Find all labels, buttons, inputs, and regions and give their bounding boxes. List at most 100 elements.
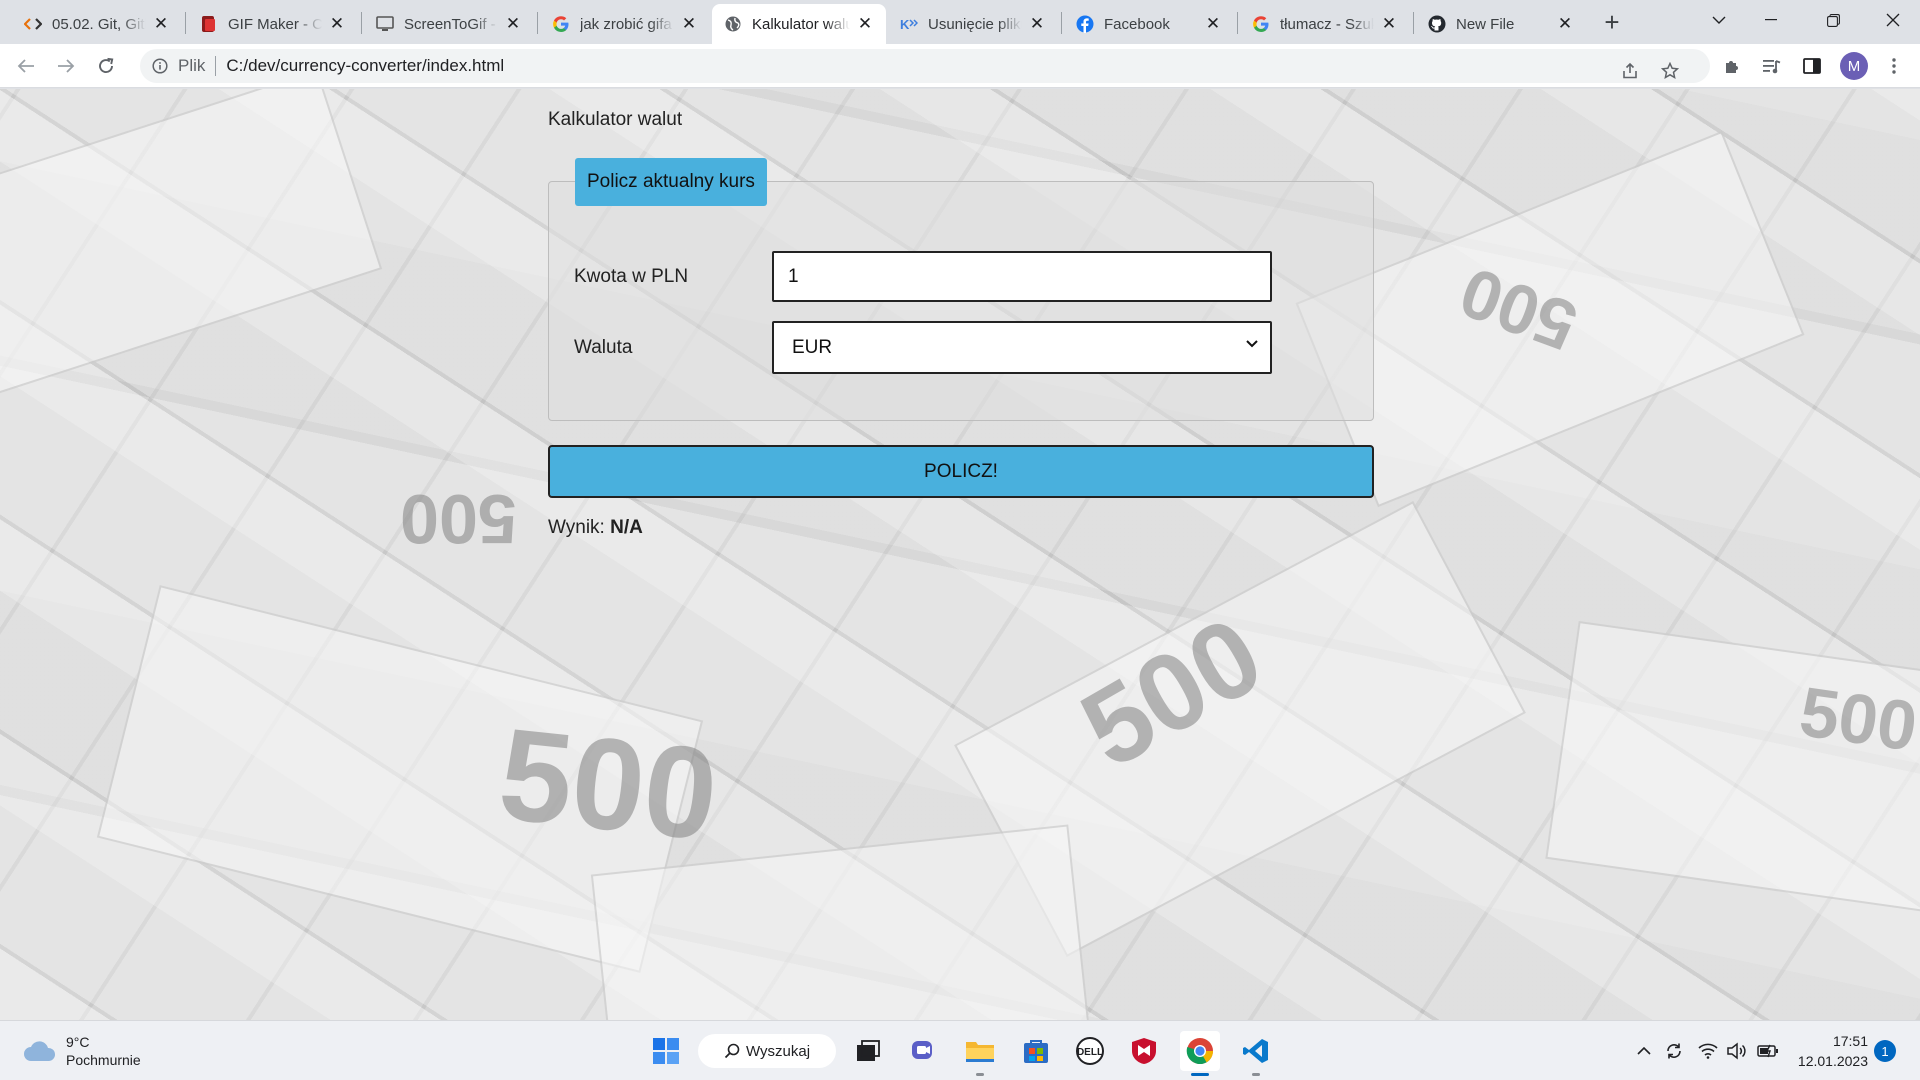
- weather-widget[interactable]: 9°C Pochmurnie: [22, 1033, 141, 1069]
- close-icon[interactable]: ✕: [1028, 14, 1046, 33]
- profile-avatar[interactable]: M: [1840, 52, 1868, 80]
- address-bar[interactable]: Plik C:/dev/currency-converter/index.htm…: [140, 49, 1710, 83]
- tab-github-new-file[interactable]: New File ✕: [1416, 4, 1586, 44]
- close-icon[interactable]: ✕: [1556, 14, 1574, 33]
- media-controls-icon[interactable]: [1758, 52, 1786, 80]
- sync-icon[interactable]: [1662, 1039, 1686, 1063]
- amount-input-value: 1: [788, 265, 799, 287]
- tab-separator: [1237, 12, 1238, 34]
- new-tab-button[interactable]: +: [1598, 7, 1626, 37]
- vscode-icon: [1243, 1039, 1268, 1063]
- google-icon: [1252, 15, 1270, 33]
- task-view-icon: [857, 1040, 880, 1061]
- file-explorer-button[interactable]: [960, 1031, 1000, 1071]
- tab-separator: [361, 12, 362, 34]
- currency-select-value: EUR: [792, 336, 833, 358]
- tab-google-gif[interactable]: jak zrobić gifa ✕: [540, 4, 710, 44]
- mcafee-button[interactable]: [1124, 1031, 1164, 1071]
- volume-icon[interactable]: [1724, 1039, 1748, 1063]
- store-icon: [1024, 1040, 1048, 1063]
- tab-facebook[interactable]: Facebook ✕: [1064, 4, 1234, 44]
- close-window-button[interactable]: [1870, 0, 1916, 40]
- result-value: N/A: [610, 517, 643, 538]
- star-icon[interactable]: [1656, 57, 1684, 85]
- banknote-image: [1545, 620, 1920, 918]
- notification-badge[interactable]: 1: [1874, 1040, 1896, 1062]
- system-clock[interactable]: 17:51 12.01.2023: [1794, 1031, 1868, 1071]
- fieldset-legend: Policz aktualny kurs: [575, 158, 767, 206]
- banknote-numeral: 500: [492, 700, 724, 868]
- tab-title: Kalkulator walut: [752, 15, 850, 33]
- teams-chat-button[interactable]: [904, 1031, 944, 1071]
- tab-gif-maker[interactable]: GIF Maker - Cr ✕: [188, 4, 358, 44]
- banknote-image: [0, 89, 383, 399]
- calculate-button[interactable]: POLICZ!: [548, 445, 1374, 498]
- chevron-down-icon: [1246, 340, 1258, 348]
- minimize-button[interactable]: [1748, 0, 1794, 40]
- start-button[interactable]: [646, 1031, 686, 1071]
- close-icon[interactable]: ✕: [856, 14, 874, 33]
- address-divider: [215, 56, 217, 76]
- close-icon[interactable]: ✕: [1380, 14, 1398, 33]
- reload-button[interactable]: [90, 50, 122, 82]
- currency-select[interactable]: EUR: [772, 321, 1272, 374]
- close-icon[interactable]: ✕: [504, 14, 522, 33]
- banknote-numeral: 500: [400, 480, 517, 558]
- result-line: Wynik: N/A: [548, 517, 643, 539]
- tab-git[interactable]: 05.02. Git, Github ✕: [12, 4, 182, 44]
- chrome-button[interactable]: [1180, 1031, 1220, 1071]
- tray-overflow-button[interactable]: [1632, 1039, 1656, 1063]
- running-indicator: [1252, 1073, 1260, 1076]
- info-icon[interactable]: [150, 56, 170, 76]
- github-icon: [1428, 15, 1446, 33]
- tab-kalkulator-walut[interactable]: Kalkulator walut ✕: [712, 4, 886, 44]
- extensions-icon[interactable]: [1718, 52, 1746, 80]
- task-view-button[interactable]: [848, 1031, 888, 1071]
- menu-kebab-icon[interactable]: [1880, 52, 1908, 80]
- vscode-button[interactable]: [1236, 1031, 1276, 1071]
- close-icon[interactable]: ✕: [1204, 14, 1222, 33]
- restore-icon: [1826, 13, 1840, 27]
- amount-input[interactable]: 1: [772, 251, 1272, 302]
- share-icon[interactable]: [1616, 57, 1644, 85]
- side-panel-icon[interactable]: [1798, 52, 1826, 80]
- forward-button[interactable]: [50, 50, 82, 82]
- tab-title: ScreenToGif -: [404, 15, 496, 33]
- tab-title: 05.02. Git, Github: [52, 15, 146, 33]
- arrow-left-icon: [17, 59, 34, 73]
- shield-icon: [1132, 1038, 1156, 1064]
- close-icon[interactable]: ✕: [680, 14, 698, 33]
- video-chat-icon: [912, 1041, 932, 1059]
- tab-search-button[interactable]: [1696, 0, 1742, 40]
- minimize-icon: [1765, 19, 1777, 21]
- windows-logo-icon: [653, 1038, 679, 1064]
- result-label: Wynik:: [548, 517, 605, 538]
- monitor-icon: [376, 15, 394, 33]
- weather-desc: Pochmurnie: [66, 1052, 141, 1068]
- store-button[interactable]: [1016, 1031, 1056, 1071]
- dell-button[interactable]: DELL: [1070, 1031, 1110, 1071]
- tab-separator: [1413, 12, 1414, 34]
- tab-separator: [1061, 12, 1062, 34]
- tab-kodilla[interactable]: K Usunięcie pliku ✕: [888, 4, 1058, 44]
- taskbar-search[interactable]: Wyszukaj: [698, 1034, 836, 1068]
- gif-maker-icon: [200, 15, 218, 33]
- tab-title: tłumacz - Szuk: [1280, 15, 1374, 33]
- close-icon[interactable]: ✕: [152, 14, 170, 33]
- facebook-icon: [1076, 15, 1094, 33]
- wifi-icon[interactable]: [1696, 1039, 1720, 1063]
- windows-taskbar: 9°C Pochmurnie Wyszukaj DELL 17:51 12.01…: [0, 1020, 1920, 1080]
- amount-label: Kwota w PLN: [574, 266, 689, 287]
- tab-google-tlumacz[interactable]: tłumacz - Szuk ✕: [1240, 4, 1410, 44]
- back-button[interactable]: [10, 50, 42, 82]
- chevron-down-icon: [1712, 16, 1726, 24]
- chrome-icon: [1186, 1038, 1214, 1065]
- url-text[interactable]: C:/dev/currency-converter/index.html: [226, 56, 504, 76]
- battery-icon[interactable]: [1756, 1039, 1780, 1063]
- browser-toolbar: Plik C:/dev/currency-converter/index.htm…: [0, 44, 1920, 88]
- restore-button[interactable]: [1810, 0, 1856, 40]
- code-icon: [24, 15, 42, 33]
- svg-text:K: K: [900, 17, 910, 31]
- close-icon[interactable]: ✕: [328, 14, 346, 33]
- tab-screentogif[interactable]: ScreenToGif - ✕: [364, 4, 534, 44]
